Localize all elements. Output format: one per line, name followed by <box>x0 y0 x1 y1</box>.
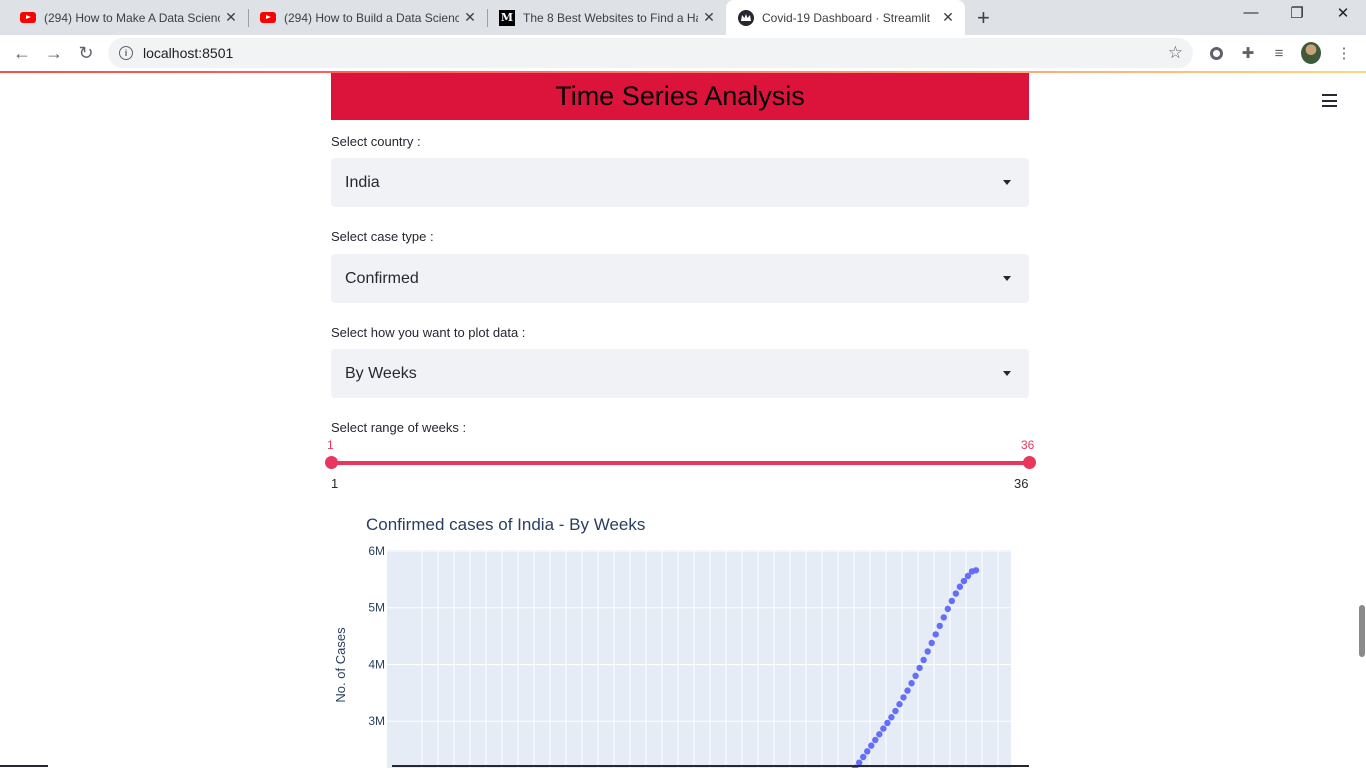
data-point <box>924 648 931 655</box>
close-tab-icon[interactable]: ✕ <box>459 9 481 26</box>
chevron-down-icon <box>1003 276 1011 281</box>
data-point <box>948 597 956 605</box>
data-point <box>932 631 939 638</box>
minimize-icon[interactable]: — <box>1228 4 1274 21</box>
y-tick-label: 3M <box>368 714 385 728</box>
country-label: Select country : <box>331 134 421 149</box>
back-icon[interactable]: ← <box>10 41 34 65</box>
data-point <box>952 590 960 597</box>
scrollbar-thumb[interactable] <box>1359 605 1365 657</box>
range-slider-low-handle[interactable] <box>325 456 338 469</box>
close-tab-icon[interactable]: ✕ <box>698 9 720 26</box>
data-point <box>880 725 887 732</box>
data-point <box>936 622 943 630</box>
data-point <box>864 748 871 755</box>
data-point <box>928 639 935 647</box>
data-point <box>892 707 899 715</box>
plot-mode-select-value: By Weeks <box>345 364 417 382</box>
browser-toolbar: ← → ↻ i localhost:8501 ☆ ✚ ≡ ⋮ <box>0 35 1366 71</box>
streamlit-page: Time Series Analysis Select country : In… <box>0 73 1366 768</box>
profile-avatar-icon[interactable] <box>1301 42 1321 64</box>
data-point <box>908 680 915 687</box>
medium-icon: M <box>499 9 515 26</box>
new-tab-icon[interactable]: + <box>977 5 990 31</box>
range-min-label: 1 <box>331 476 339 491</box>
chart-title: Confirmed cases of India - By Weeks <box>366 515 645 534</box>
cases-chart: Confirmed cases of India - By Weeks 2M3M… <box>333 515 1011 768</box>
plot-mode-label: Select how you want to plot data : <box>331 325 526 340</box>
case-type-select[interactable]: Confirmed <box>331 254 1029 303</box>
data-point <box>956 583 964 590</box>
data-point <box>944 605 952 613</box>
data-point <box>888 714 895 721</box>
youtube-icon <box>260 10 276 26</box>
range-slider-track[interactable] <box>331 461 1029 465</box>
extension-circle-icon[interactable] <box>1206 43 1226 63</box>
forward-icon[interactable]: → <box>42 41 66 65</box>
hamburger-menu-icon[interactable] <box>1322 94 1337 107</box>
data-point <box>960 577 968 585</box>
y-tick-labels: 2M3M4M5M6M <box>368 544 385 728</box>
reload-icon[interactable]: ↻ <box>74 41 98 65</box>
tab-title: (294) How to Build a Data Scienc <box>284 10 459 25</box>
tab-title: Covid-19 Dashboard · Streamlit <box>762 10 931 25</box>
tab-title: (294) How to Make A Data Scienc <box>44 10 220 25</box>
site-info-icon[interactable]: i <box>119 46 133 60</box>
range-max-label: 36 <box>1014 476 1029 491</box>
data-point <box>900 694 907 701</box>
close-tab-icon[interactable]: ✕ <box>220 9 242 26</box>
y-tick-label: 5M <box>368 601 385 615</box>
y-tick-label: 6M <box>368 544 385 558</box>
y-tick-label: 4M <box>368 657 385 671</box>
browser-tab-3[interactable]: M The 8 Best Websites to Find a Ha ✕ <box>487 0 726 35</box>
chevron-down-icon <box>1003 180 1011 185</box>
data-point <box>860 753 867 761</box>
browser-tab-2[interactable]: (294) How to Build a Data Scienc ✕ <box>248 0 487 35</box>
page-title: Time Series Analysis <box>331 73 1029 120</box>
country-select[interactable]: India <box>331 158 1029 207</box>
restore-icon[interactable]: ❐ <box>1274 4 1320 22</box>
browser-tab-1[interactable]: (294) How to Make A Data Scienc ✕ <box>8 0 248 35</box>
plot-mode-select[interactable]: By Weeks <box>331 349 1029 398</box>
data-point <box>904 687 911 694</box>
plot-area <box>387 550 1011 768</box>
address-bar[interactable]: i localhost:8501 ☆ <box>108 38 1193 68</box>
bookmark-star-icon[interactable]: ☆ <box>1168 43 1183 63</box>
youtube-icon <box>20 10 36 26</box>
data-point <box>868 742 875 749</box>
chevron-down-icon <box>1003 371 1011 376</box>
data-point <box>876 731 883 738</box>
case-type-label: Select case type : <box>331 229 434 244</box>
chrome-menu-icon[interactable]: ⋮ <box>1334 43 1354 63</box>
url-text[interactable]: localhost:8501 <box>143 45 233 61</box>
tab-title: The 8 Best Websites to Find a Ha <box>523 10 698 25</box>
taskbar-edge <box>0 765 48 767</box>
range-slider-high-handle[interactable] <box>1023 456 1036 469</box>
data-point <box>916 664 923 672</box>
chart-bottom-edge <box>392 765 1029 767</box>
range-label: Select range of weeks : <box>331 420 467 435</box>
media-queue-icon[interactable]: ≡ <box>1269 43 1289 63</box>
data-point <box>872 736 879 744</box>
y-axis-label: No. of Cases <box>333 627 348 703</box>
range-high-value: 36 <box>1021 438 1035 452</box>
extensions-puzzle-icon[interactable]: ✚ <box>1238 43 1258 63</box>
data-point <box>912 672 919 680</box>
streamlit-icon <box>738 9 754 26</box>
case-type-select-value: Confirmed <box>345 269 419 287</box>
data-point <box>884 719 891 727</box>
data-point <box>920 656 927 664</box>
close-tab-icon[interactable]: ✕ <box>937 9 959 26</box>
data-point <box>896 701 903 708</box>
country-select-value: India <box>345 173 380 191</box>
tab-bar: (294) How to Make A Data Scienc ✕ (294) … <box>0 0 1366 35</box>
close-window-icon[interactable]: ✕ <box>1320 4 1366 22</box>
data-point <box>972 567 980 574</box>
range-low-value: 1 <box>327 438 334 452</box>
browser-tab-active[interactable]: Covid-19 Dashboard · Streamlit ✕ <box>726 0 965 35</box>
data-point <box>940 614 947 621</box>
